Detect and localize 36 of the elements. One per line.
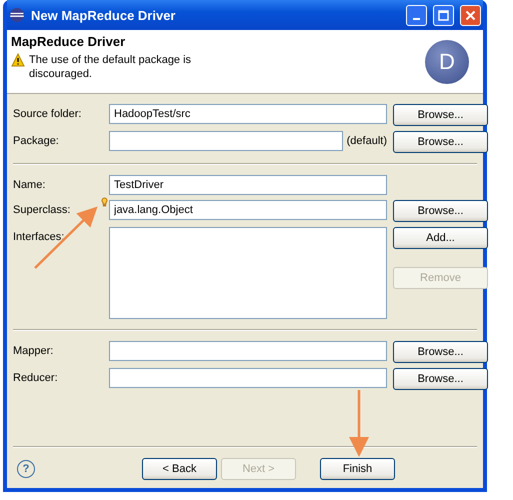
field-label: Interfaces:: [13, 230, 66, 245]
wizard-button[interactable]: < Back: [142, 458, 217, 480]
text-field[interactable]: [109, 368, 387, 388]
text-field[interactable]: TestDriver: [109, 175, 387, 195]
browse-button[interactable]: Add...: [393, 227, 488, 249]
field-label: Reducer:: [13, 371, 59, 386]
annotation-arrow: [349, 390, 369, 457]
close-button[interactable]: [460, 4, 481, 26]
field-label: Source folder:: [13, 107, 82, 122]
warning-message: The use of the default package is discouraged.: [29, 53, 192, 81]
minimize-icon: [413, 18, 420, 20]
text-field[interactable]: [109, 131, 343, 151]
browse-button[interactable]: Browse...: [393, 200, 488, 222]
browse-button[interactable]: Browse...: [393, 104, 488, 126]
field-label: Name:: [13, 178, 46, 193]
text-field[interactable]: java.lang.Object: [109, 200, 387, 220]
default-note: (default): [346, 134, 387, 149]
wizard-badge: D: [425, 40, 469, 84]
field-label: Superclass:: [13, 203, 72, 218]
maximize-button[interactable]: [433, 4, 454, 26]
browse-button[interactable]: Browse...: [393, 131, 488, 153]
maximize-icon: [438, 10, 449, 20]
browse-button[interactable]: Browse...: [393, 341, 488, 363]
field-label: Package:: [13, 134, 60, 149]
close-icon: [465, 10, 476, 20]
wizard-button[interactable]: Finish: [320, 458, 395, 480]
text-field[interactable]: HadoopTest/src: [109, 104, 387, 124]
help-icon[interactable]: ?: [17, 460, 35, 478]
page-title: MapReduce Driver: [11, 34, 126, 49]
app-icon: [9, 7, 25, 23]
text-field[interactable]: [109, 341, 387, 361]
window-title: New MapReduce Driver: [31, 8, 176, 22]
browse-button[interactable]: Browse...: [393, 368, 488, 390]
field-label: Mapper:: [13, 344, 54, 359]
minimize-button[interactable]: [406, 4, 427, 26]
interfaces-list[interactable]: [109, 227, 387, 319]
